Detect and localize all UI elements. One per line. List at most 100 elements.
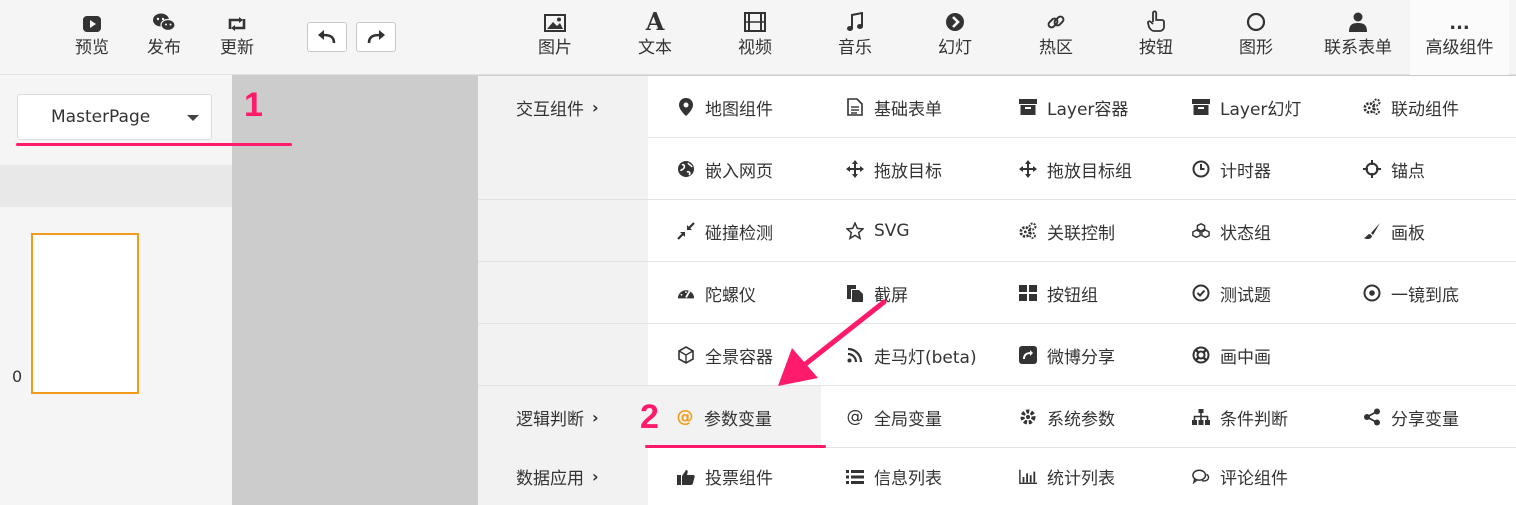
weibo-share-item[interactable]: 微博分享 [1019, 324, 1115, 386]
circle-icon [1246, 0, 1266, 36]
undo-button[interactable] [307, 22, 347, 52]
redo-button[interactable] [356, 22, 396, 52]
button-group-item[interactable]: 按钮组 [1019, 262, 1098, 324]
gear-icon [1019, 408, 1037, 426]
at-sign-icon: @ [846, 407, 864, 427]
map-component-item[interactable]: 地图组件 [677, 76, 773, 138]
share-variable-item[interactable]: 分享变量 [1363, 386, 1459, 448]
one-shot-item[interactable]: 一镜到底 [1363, 262, 1459, 324]
film-icon [744, 0, 766, 36]
comment-component-item[interactable]: 评论组件 [1192, 448, 1288, 505]
image-icon [544, 0, 566, 36]
compress-icon [677, 222, 695, 240]
stats-list-item[interactable]: 统计列表 [1019, 448, 1115, 505]
menu-row: 交互组件 › 地图组件 基础表单 Layer容器 Layer幻灯 联动组件 [478, 76, 1516, 138]
category-logic[interactable]: 逻辑判断 › [478, 386, 648, 448]
chevron-circle-icon [945, 0, 965, 36]
sitemap-icon [1192, 408, 1210, 426]
global-variable-item[interactable]: @ 全局变量 [846, 386, 943, 448]
gyroscope-item[interactable]: 陀螺仪 [677, 262, 756, 324]
system-param-item[interactable]: 系统参数 [1019, 386, 1115, 448]
archive-icon [1019, 98, 1037, 116]
condition-judge-item[interactable]: 条件判断 [1192, 386, 1288, 448]
linkage-component-item[interactable]: 联动组件 [1363, 76, 1459, 138]
collision-detect-item[interactable]: 碰撞检测 [677, 200, 773, 262]
drop-target-group-item[interactable]: 拖放目标组 [1019, 138, 1132, 200]
quiz-item[interactable]: 测试题 [1192, 262, 1271, 324]
wechat-icon [152, 0, 176, 36]
annotation-2: 2 [640, 398, 659, 436]
drawing-board-item[interactable]: 画板 [1363, 200, 1425, 262]
menu-row: 嵌入网页 拖放目标 拖放目标组 计时器 锚点 [478, 138, 1516, 200]
page-thumbnail[interactable] [31, 233, 139, 394]
marquee-item[interactable]: 走马灯(beta) [846, 324, 977, 386]
related-control-item[interactable]: 关联控制 [1019, 200, 1115, 262]
caret-down-icon [187, 115, 199, 121]
menu-row: 全景容器 走马灯(beta) 微博分享 画中画 [478, 324, 1516, 386]
share-alt-icon [1363, 408, 1381, 426]
svg-item[interactable]: SVG [846, 200, 910, 262]
preview-button[interactable]: 预览 [66, 0, 118, 75]
info-list-item[interactable]: 信息列表 [846, 448, 942, 505]
crosshairs-icon [1363, 160, 1381, 178]
screenshot-item[interactable]: 截屏 [846, 262, 908, 324]
category-interaction[interactable]: 交互组件 › [478, 76, 648, 138]
update-button[interactable]: 更新 [211, 0, 263, 75]
embed-webpage-item[interactable]: 嵌入网页 [677, 138, 773, 200]
menu-row: 陀螺仪 截屏 按钮组 测试题 一镜到底 [478, 262, 1516, 324]
basic-form-item[interactable]: 基础表单 [846, 76, 942, 138]
ellipsis-icon: ... [1449, 13, 1470, 34]
cubes-icon [1192, 222, 1210, 240]
page-number: 0 [12, 367, 23, 386]
list-icon [846, 468, 864, 486]
advanced-components-button[interactable]: ... 高级组件 [1410, 0, 1509, 75]
param-variable-item[interactable]: @ 参数变量 [648, 386, 821, 448]
text-icon: A [645, 7, 665, 36]
category-data[interactable]: 数据应用 › [478, 448, 648, 505]
shape-button[interactable]: 图形 [1231, 0, 1281, 75]
menu-row: 逻辑判断 › @ 参数变量 @ 全局变量 系统参数 条件判断 分享变量 [478, 386, 1516, 448]
thumbs-up-icon [677, 468, 695, 486]
menu-row: 数据应用 › 投票组件 信息列表 统计列表 评论组件 [478, 448, 1516, 505]
rss-icon [846, 346, 864, 364]
select-highlight-underline [16, 143, 292, 146]
image-button[interactable]: 图片 [530, 0, 580, 75]
gears-icon [1019, 222, 1037, 240]
undo-icon [318, 30, 336, 44]
hand-pointer-icon [1146, 0, 1166, 36]
state-group-item[interactable]: 状态组 [1192, 200, 1271, 262]
menu-row: 碰撞检测 SVG 关联控制 状态组 画板 [478, 200, 1516, 262]
layer-container-item[interactable]: Layer容器 [1019, 76, 1128, 138]
page-list-header [0, 165, 232, 207]
music-button[interactable]: 音乐 [830, 0, 880, 75]
arrows-move-icon [1019, 160, 1037, 178]
grid-icon [1019, 284, 1037, 302]
page-select[interactable]: MasterPage [17, 94, 212, 140]
slide-button[interactable]: 幻灯 [930, 0, 980, 75]
drop-target-item[interactable]: 拖放目标 [846, 138, 942, 200]
panorama-container-item[interactable]: 全景容器 [677, 324, 773, 386]
layer-slide-item[interactable]: Layer幻灯 [1192, 76, 1301, 138]
copy-icon [846, 284, 864, 302]
comments-icon [1192, 468, 1210, 486]
link-icon [1046, 0, 1066, 36]
page-panel: MasterPage 0 [0, 75, 232, 505]
button-button[interactable]: 按钮 [1131, 0, 1181, 75]
picture-in-picture-item[interactable]: 画中画 [1192, 324, 1271, 386]
hotspot-button[interactable]: 热区 [1031, 0, 1081, 75]
timer-item[interactable]: 计时器 [1192, 138, 1271, 200]
advanced-components-menu: 交互组件 › 地图组件 基础表单 Layer容器 Layer幻灯 联动组件 嵌入网… [478, 76, 1516, 505]
cube-icon [677, 346, 695, 364]
at-sign-icon: @ [676, 407, 694, 427]
archive-icon [1192, 98, 1210, 116]
text-button[interactable]: A 文本 [630, 0, 680, 75]
user-icon [1349, 0, 1367, 36]
dot-circle-icon [1363, 284, 1381, 302]
play-icon [83, 0, 101, 36]
contact-form-button[interactable]: 联系表单 [1312, 0, 1404, 75]
publish-button[interactable]: 发布 [138, 0, 190, 75]
vote-component-item[interactable]: 投票组件 [677, 448, 773, 505]
top-toolbar: 预览 发布 更新 图片 A 文本 视频 音乐 幻灯 热区 按钮 图形 联系表单 … [0, 0, 1516, 75]
anchor-item[interactable]: 锚点 [1363, 138, 1425, 200]
video-button[interactable]: 视频 [730, 0, 780, 75]
